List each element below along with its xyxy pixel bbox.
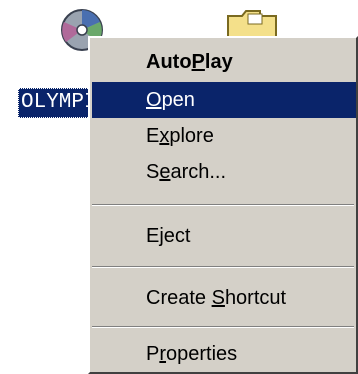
menu-item-search[interactable]: Search...	[92, 154, 356, 190]
menu-item-autoplay[interactable]: AutoPlay	[92, 44, 356, 80]
menu-item-properties[interactable]: Properties	[92, 336, 356, 372]
menu-item-open[interactable]: Open	[92, 82, 356, 118]
menu-item-eject[interactable]: Eject	[92, 218, 356, 254]
menu-separator	[92, 326, 354, 328]
menu-item-explore[interactable]: Explore	[92, 118, 356, 154]
menu-separator	[92, 204, 354, 206]
menu-item-create-shortcut[interactable]: Create Shortcut	[92, 280, 356, 316]
menu-separator	[92, 266, 354, 268]
context-menu: AutoPlay Open Explore Search... Eject Cr…	[88, 36, 358, 374]
